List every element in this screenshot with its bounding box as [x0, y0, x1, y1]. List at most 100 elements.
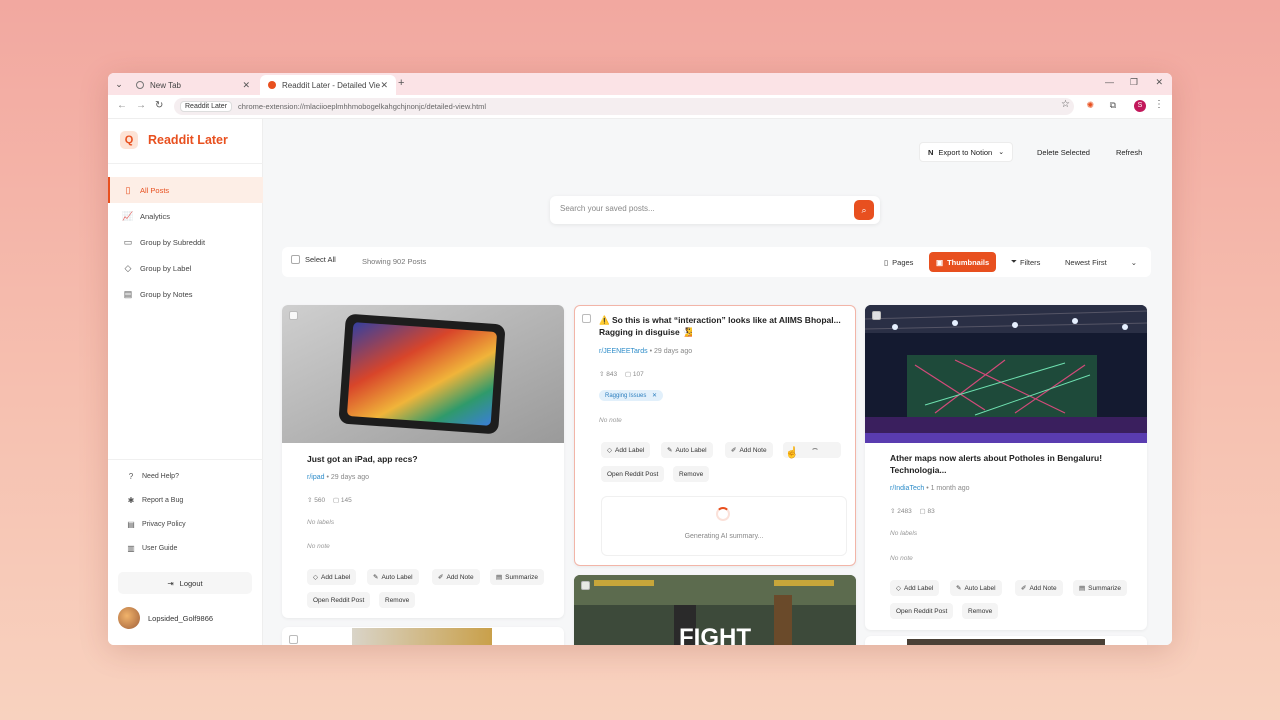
post-title[interactable]: ⚠️ So this is what “interaction” looks l…	[599, 314, 844, 338]
add-label-button[interactable]: ◇ Add Label	[890, 580, 940, 596]
auto-label-button[interactable]: ✎ Auto Label	[950, 580, 1002, 596]
user-profile[interactable]: Lopsided_Golf9866	[118, 607, 213, 629]
post-meta: r/JEENEETards • 29 days ago	[599, 348, 693, 355]
post-card[interactable]	[865, 636, 1147, 645]
summarize-button[interactable]: ▤ Summarize	[490, 569, 545, 585]
post-thumbnail[interactable]	[282, 305, 564, 443]
refresh-button[interactable]: Refresh	[1108, 142, 1150, 162]
maximize-icon[interactable]: ❐	[1130, 77, 1138, 88]
bookmark-star-icon[interactable]: ☆	[1061, 99, 1070, 110]
post-thumbnail[interactable]	[865, 305, 1147, 443]
post-card[interactable]	[282, 627, 564, 645]
thumbnails-view-button[interactable]: ▣ Thumbnails	[929, 252, 997, 272]
checkbox[interactable]	[291, 255, 300, 264]
new-tab-plus-icon[interactable]: +	[398, 77, 404, 89]
auto-label-button[interactable]: ✎ Auto Label	[367, 569, 419, 585]
remove-button[interactable]: Remove	[379, 592, 416, 608]
add-note-button[interactable]: ✐ Add Note	[725, 442, 773, 458]
add-label-button[interactable]: ◇ Add Label	[601, 442, 651, 458]
add-label-button[interactable]: ◇ Add Label	[307, 569, 357, 585]
folder-icon: ▭	[123, 236, 133, 247]
post-checkbox[interactable]	[872, 311, 881, 320]
note-text: No note	[599, 417, 622, 424]
select-all-checkbox[interactable]: Select All	[291, 255, 336, 264]
remove-button[interactable]: Remove	[673, 466, 710, 482]
open-reddit-post-button[interactable]: Open Reddit Post	[307, 592, 371, 608]
tab-new-tab[interactable]: New Tab ✕	[128, 75, 258, 95]
post-thumbnail[interactable]: FIGHT	[574, 575, 856, 645]
post-thumbnail[interactable]	[352, 628, 492, 645]
back-icon[interactable]: ←	[117, 100, 127, 111]
post-checkbox[interactable]	[582, 314, 591, 323]
close-icon[interactable]: ✕	[242, 80, 250, 91]
profile-avatar[interactable]: S	[1134, 100, 1146, 112]
add-note-button[interactable]: ✐ Add Note	[1015, 580, 1063, 596]
pages-view-button[interactable]: ▯ Pages	[877, 252, 920, 272]
comment-icon: ▢	[919, 508, 926, 515]
window-close-icon[interactable]: ✕	[1155, 77, 1163, 88]
image-icon: ▣	[936, 257, 944, 267]
subreddit-link[interactable]: r/JEENEETards	[599, 348, 648, 355]
post-card[interactable]: Just got an iPad, app recs? r/ipad • 29 …	[282, 305, 564, 618]
open-reddit-post-button[interactable]: Open Reddit Post	[890, 603, 954, 619]
document-icon: ▤	[1079, 585, 1086, 592]
open-reddit-post-button[interactable]: Open Reddit Post	[601, 466, 665, 482]
sidebar-item-privacy-policy[interactable]: ▤ Privacy Policy	[108, 512, 263, 536]
post-checkbox[interactable]	[289, 311, 298, 320]
labels-empty: No labels	[890, 530, 918, 537]
post-stats: ⇧ 2483 ▢ 83	[890, 508, 935, 515]
post-title[interactable]: Just got an iPad, app recs?	[307, 453, 547, 465]
label-tag[interactable]: Ragging Issues ✕	[599, 390, 664, 401]
add-note-button[interactable]: ✐ Add Note	[432, 569, 480, 585]
comment-icon: ▢	[624, 371, 632, 378]
post-card[interactable]: ⚠️ So this is what “interaction” looks l…	[574, 305, 856, 566]
browser-menu-icon[interactable]: ⋮	[1154, 99, 1164, 110]
search-bar: ⌕	[550, 196, 880, 224]
sort-select[interactable]: Newest First ⌄	[1059, 252, 1143, 272]
sidebar-item-need-help[interactable]: ? Need Help?	[108, 464, 263, 488]
logout-button[interactable]: ⇥ Logout	[118, 572, 252, 594]
sidebar-item-user-guide[interactable]: ▥ User Guide	[108, 536, 263, 560]
search-icon[interactable]: ⌕	[854, 200, 874, 220]
sidebar-item-all-posts[interactable]: ▯ All Posts	[108, 177, 263, 203]
minimize-icon[interactable]: —	[1105, 77, 1114, 87]
sidebar-item-group-by-label[interactable]: ◇ Group by Label	[108, 255, 263, 281]
omnibox[interactable]: Readdit Later chrome-extension://mlaciio…	[174, 98, 1074, 115]
post-checkbox[interactable]	[289, 635, 298, 644]
post-thumbnail[interactable]	[907, 639, 1105, 645]
note-icon: ✐	[731, 447, 737, 454]
url-text[interactable]: chrome-extension://mlaciioeplmhhmobogelk…	[238, 102, 486, 111]
remove-button[interactable]: Remove	[962, 603, 999, 619]
filters-button[interactable]: ⏷ Filters	[1004, 252, 1047, 272]
search-input[interactable]	[560, 204, 840, 213]
forward-icon[interactable]: →	[136, 100, 146, 111]
sidebar-item-analytics[interactable]: 📈 Analytics	[108, 203, 263, 229]
post-checkbox[interactable]	[581, 581, 590, 590]
avatar	[118, 607, 140, 629]
delete-selected-button[interactable]: Delete Selected	[1029, 142, 1098, 162]
extension-icon[interactable]: ✺	[1086, 100, 1094, 111]
post-title[interactable]: Ather maps now alerts about Potholes in …	[890, 452, 1130, 476]
chart-icon: 📈	[122, 210, 134, 221]
brand[interactable]: Q Readdit Later	[120, 131, 228, 149]
sidebar-item-group-by-subreddit[interactable]: ▭ Group by Subreddit	[108, 229, 263, 255]
post-meta: r/IndiaTech • 1 month ago	[890, 485, 970, 492]
post-card[interactable]: Ather maps now alerts about Potholes in …	[865, 305, 1147, 630]
auto-label-button[interactable]: ✎ Auto Label	[661, 442, 713, 458]
extension-chip[interactable]: Readdit Later	[180, 101, 233, 112]
sidebar-item-group-by-notes[interactable]: ▤ Group by Notes	[108, 281, 263, 307]
post-card[interactable]: FIGHT	[574, 575, 856, 645]
remove-tag-icon[interactable]: ✕	[652, 393, 657, 399]
tag-icon: ◇	[607, 447, 612, 454]
labels-empty: No labels	[307, 519, 335, 526]
tab-search-icon[interactable]: ⌄	[112, 77, 126, 91]
close-icon[interactable]: ✕	[380, 80, 388, 91]
subreddit-link[interactable]: r/ipad	[307, 474, 325, 481]
puzzle-icon[interactable]: ⧉	[1110, 100, 1116, 111]
reload-icon[interactable]: ↻	[155, 100, 163, 111]
subreddit-link[interactable]: r/IndiaTech	[890, 485, 924, 492]
tab-readdit-later[interactable]: Readdit Later - Detailed View ✕	[260, 75, 396, 95]
summarize-button[interactable]: ▤ Summarize	[1073, 580, 1128, 596]
sidebar-item-report-bug[interactable]: ✱ Report a Bug	[108, 488, 263, 512]
export-to-notion-button[interactable]: N Export to Notion ⌄	[919, 142, 1014, 162]
